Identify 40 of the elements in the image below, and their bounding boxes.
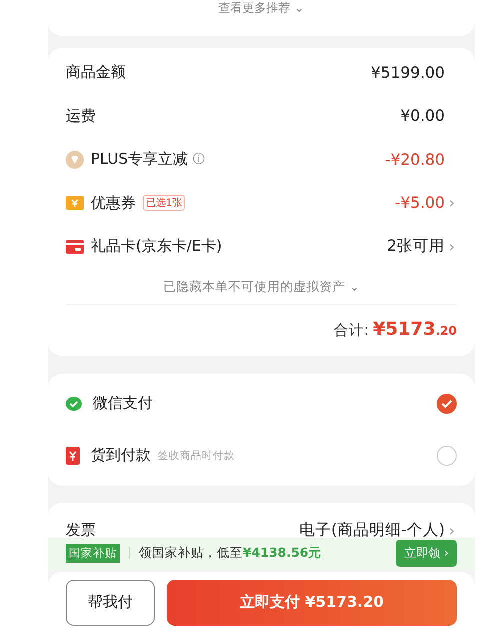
row-label: 优惠券 [91,194,136,213]
subsidy-tag: 国家补贴 [66,544,120,562]
pay-now-button[interactable]: 立即支付 ¥5173.20 [167,580,457,626]
check-circle-icon [66,396,82,410]
chevron-icon[interactable]: › [449,522,457,540]
row-label: 运费 [66,106,96,126]
card-icon [66,240,84,254]
payment-hint: 签收商品时付款 [158,448,235,462]
diamond-badge-icon [66,150,84,169]
payment-option[interactable]: 货到付款 签收商品时付款 [66,430,457,482]
radio-button[interactable] [437,394,457,414]
info-icon[interactable]: ⓘ [193,151,206,168]
hidden-assets-toggle[interactable]: 已隐藏本单不可使用的虚拟资产 ⌄ [163,278,360,296]
payment-name: 货到付款 [91,446,151,465]
row-label: PLUS专享立减 [91,150,188,170]
total-cents: .20 [436,324,457,338]
check-icon [441,398,453,408]
chevron-icon[interactable]: › [449,194,457,212]
radio-button[interactable] [437,446,457,466]
total-amount: ¥5173 [373,318,436,340]
row-value: ¥5199.00 [371,64,445,82]
discount-amount: -¥20.80 [385,150,445,169]
claim-button[interactable]: 立即领 › [396,540,457,566]
invoice-value: 电子(商品明细-个人) [299,520,445,541]
help-pay-button[interactable]: 帮我付 [66,580,155,626]
row-label: 礼品卡(京东卡/E卡) [91,237,222,256]
coupon-icon [66,196,84,210]
total-label: 合计: [334,322,370,340]
subsidy-text: 领国家补贴，低至¥4138.56元 [139,544,322,562]
yen-tag-icon [66,446,80,464]
chevron-icon[interactable]: › [449,238,457,256]
payment-option[interactable]: 微信支付 [66,378,457,430]
discount-amount: -¥5.00 [395,194,445,212]
row-value: 2张可用 [387,236,445,258]
row-value: ¥0.00 [400,107,445,126]
row-label: 商品金额 [66,63,126,82]
coupon-tag: 已选1张 [143,195,186,212]
more-recommendations-link[interactable]: 查看更多推荐 ⌄ [218,0,304,17]
invoice-label: 发票 [66,521,96,540]
payment-name: 微信支付 [93,394,153,413]
